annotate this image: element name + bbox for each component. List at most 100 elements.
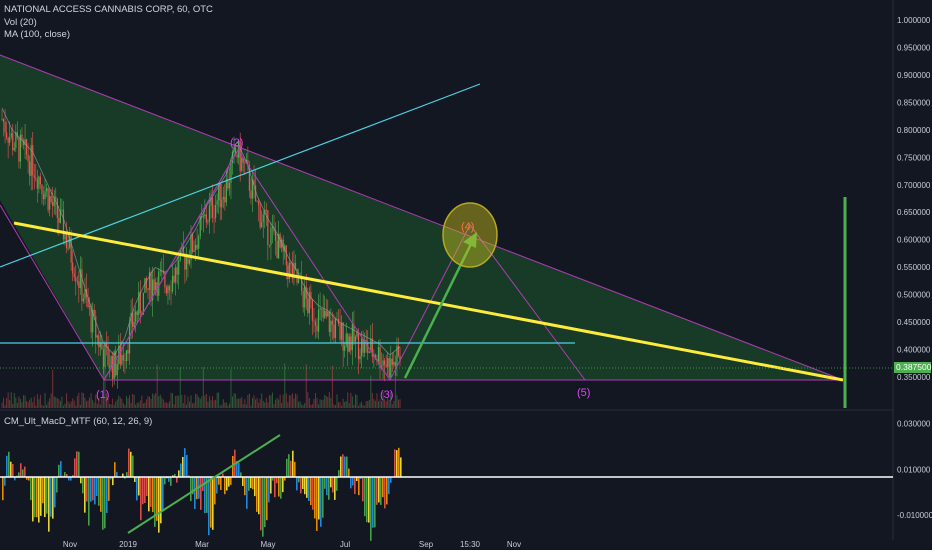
volume-bar xyxy=(133,394,135,408)
macd-bar xyxy=(2,477,4,501)
price-axis-tick: 0.700000 xyxy=(897,181,931,190)
candle-body xyxy=(268,244,270,246)
candle-body xyxy=(259,205,261,228)
volume-bar xyxy=(233,393,235,408)
volume-bar xyxy=(39,394,41,408)
volume-bar xyxy=(122,403,124,408)
macd-bar xyxy=(130,451,132,477)
volume-bar xyxy=(351,396,353,408)
candle-body xyxy=(133,322,135,327)
volume-bar xyxy=(102,366,104,408)
macd-bar xyxy=(92,477,94,501)
price-axis-tick: 0.500000 xyxy=(897,291,931,300)
candle-body xyxy=(198,236,200,249)
price-axis[interactable]: 1.000000 0.950000 0.900000 0.850000 0.800000… xyxy=(897,16,931,382)
price-axis-tick: 0.600000 xyxy=(897,236,931,245)
candle-body xyxy=(122,355,124,361)
macd-bar xyxy=(194,477,196,509)
volume-bar xyxy=(168,401,170,408)
volume-bar xyxy=(362,405,364,408)
volume-bar xyxy=(293,398,295,408)
candle-body xyxy=(348,336,350,352)
macd-bar xyxy=(160,477,162,524)
candle-body xyxy=(324,310,326,318)
macd-bar xyxy=(306,477,308,498)
candle-body xyxy=(47,188,49,210)
candle-body xyxy=(56,199,58,218)
volume-bar xyxy=(46,404,48,408)
volume-bar xyxy=(268,395,270,408)
symbol-title[interactable]: NATIONAL ACCESS CANNABIS CORP, 60, OTC xyxy=(4,4,213,17)
volume-bar xyxy=(202,367,204,408)
price-axis-tick: 0.650000 xyxy=(897,208,931,217)
candle-body xyxy=(125,350,128,362)
macd-bar xyxy=(30,477,32,501)
volume-bar xyxy=(399,399,401,408)
time-axis-tick: Nov xyxy=(63,540,77,549)
volume-bar xyxy=(124,405,126,408)
macd-bar xyxy=(368,477,370,523)
candle-body xyxy=(173,275,175,283)
candle-body xyxy=(36,178,38,189)
candle-body xyxy=(104,343,106,367)
volume-bar xyxy=(29,399,31,408)
volume-bar xyxy=(152,393,154,408)
macd-bar xyxy=(398,447,400,477)
macd-bar xyxy=(386,477,388,505)
macd-bar xyxy=(210,477,212,528)
macd-bar xyxy=(372,477,374,528)
volume-bar xyxy=(361,401,363,408)
time-axis-tick: Sep xyxy=(419,540,434,549)
volume-bar xyxy=(262,400,264,408)
candle-body xyxy=(81,269,83,302)
macd-bar xyxy=(230,477,232,485)
volume-bar xyxy=(307,392,309,408)
candle-body xyxy=(135,311,137,323)
volume-bar xyxy=(321,400,323,408)
macd-bar xyxy=(288,454,290,477)
candle-body xyxy=(224,196,226,203)
volume-bar xyxy=(244,399,246,408)
candle-body xyxy=(49,196,51,210)
candle-body xyxy=(95,315,97,338)
volume-bar xyxy=(338,402,340,408)
macd-axis[interactable]: 0.030000 0.010000 -0.010000 xyxy=(897,419,932,520)
candle-body xyxy=(178,260,180,275)
macd-bar xyxy=(308,477,310,501)
volume-bar xyxy=(69,403,71,408)
candle-body xyxy=(261,221,263,228)
macd-bar xyxy=(24,466,26,477)
volume-bar xyxy=(53,396,55,408)
macd-bar xyxy=(80,477,82,484)
volume-bar xyxy=(156,364,158,408)
volume-bar xyxy=(184,394,186,408)
candle-body xyxy=(29,161,31,176)
volume-bar xyxy=(18,396,20,408)
wave-label-3: (3) xyxy=(380,389,393,401)
time-axis[interactable]: Nov 2019 Mar May Jul Sep 15:30 Nov xyxy=(63,540,521,549)
volume-bar xyxy=(221,404,223,408)
volume-bar xyxy=(144,402,146,408)
volume-bar xyxy=(4,404,6,408)
macd-indicator-label[interactable]: CM_Ult_MacD_MTF (60, 12, 26, 9) xyxy=(4,416,152,427)
macd-bar xyxy=(8,451,10,477)
volume-indicator-label[interactable]: Vol (20) xyxy=(4,17,213,30)
candle-body xyxy=(270,228,272,246)
candle-body xyxy=(394,361,396,367)
macd-bar xyxy=(60,461,62,477)
macd-bar xyxy=(352,477,354,486)
candle-body xyxy=(115,351,117,376)
volume-bar xyxy=(185,404,187,408)
volume-bar xyxy=(324,394,326,408)
volume-bar xyxy=(365,400,367,408)
volume-bar xyxy=(44,392,46,408)
volume-bar xyxy=(210,400,212,408)
candle-body xyxy=(321,308,323,310)
volume-bar xyxy=(181,394,183,408)
volume-bar xyxy=(358,405,360,408)
volume-bar xyxy=(142,403,144,408)
ma-indicator-label[interactable]: MA (100, close) xyxy=(4,29,213,42)
volume-bar xyxy=(285,393,287,408)
chart-area[interactable]: (1) (2) (3) (4) (5) 1.000000 0.950000 0.90… xyxy=(0,0,932,550)
candle-body xyxy=(110,355,112,368)
